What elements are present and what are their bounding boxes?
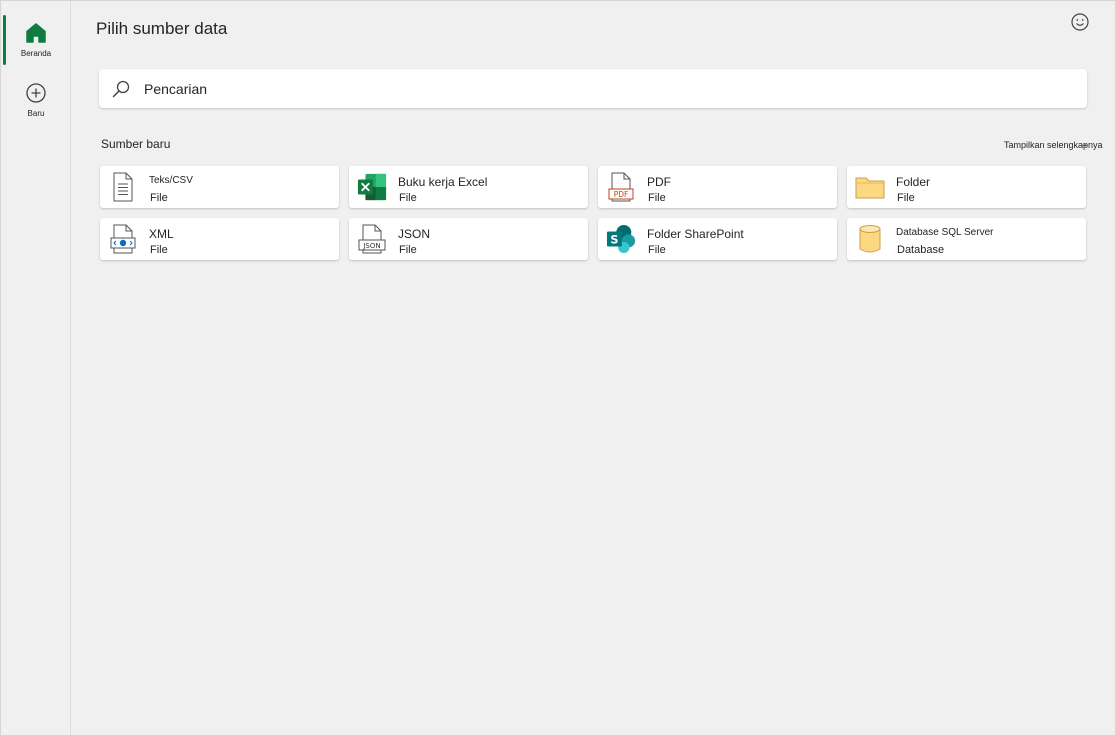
source-type: File (399, 244, 417, 256)
source-card-excel[interactable]: Buku kerja Excel File (349, 166, 588, 208)
sharepoint-icon: S (606, 224, 636, 254)
pdf-icon: PDF (606, 172, 636, 202)
home-icon (22, 19, 50, 47)
xml-icon (108, 224, 138, 254)
search-icon (111, 79, 131, 99)
source-name: Buku kerja Excel (398, 175, 488, 189)
source-card-sql-server[interactable]: Database SQL Server Database (847, 218, 1086, 260)
add-circle-icon (22, 79, 50, 107)
source-type: File (897, 192, 915, 204)
folder-icon (855, 172, 885, 202)
svg-text:PDF: PDF (614, 190, 629, 199)
text-file-icon (108, 172, 138, 202)
nav-new-label: Baru (27, 109, 45, 118)
nav-new[interactable]: Baru (1, 75, 71, 131)
source-type: File (150, 192, 168, 204)
source-name: JSON (398, 227, 431, 241)
left-navigation: Beranda Baru (1, 1, 71, 735)
main-content: Pilih sumber data Sumber baru Tampilkan … (71, 1, 1115, 735)
source-name: PDF (647, 175, 671, 189)
source-card-xml[interactable]: XML File (100, 218, 339, 260)
source-grid: Teks/CSV File Buku kerja Excel File PDF … (100, 166, 1087, 260)
source-type: File (648, 192, 666, 204)
section-title: Sumber baru (101, 137, 171, 151)
arrow-right-icon: → (1078, 138, 1089, 150)
page-title: Pilih sumber data (96, 19, 228, 38)
source-name: Database SQL Server (896, 227, 994, 238)
excel-icon (357, 172, 387, 202)
source-card-json[interactable]: JSON JSON File (349, 218, 588, 260)
source-name: XML (149, 227, 174, 241)
source-card-text-csv[interactable]: Teks/CSV File (100, 166, 339, 208)
source-card-pdf[interactable]: PDF PDF File (598, 166, 837, 208)
source-name: Folder SharePoint (647, 227, 744, 241)
json-icon: JSON (357, 224, 387, 254)
nav-home-label: Beranda (20, 49, 52, 58)
source-card-folder[interactable]: Folder File (847, 166, 1086, 208)
source-name: Folder (896, 175, 931, 189)
search-box[interactable] (99, 69, 1087, 108)
feedback-smiley-icon[interactable] (1069, 11, 1091, 33)
search-input[interactable] (144, 80, 1044, 97)
svg-text:JSON: JSON (362, 242, 380, 250)
source-type: Database (897, 244, 945, 256)
app-window: Beranda Baru Pilih sumber data Sumber ba… (0, 0, 1116, 736)
source-type: File (648, 244, 666, 256)
nav-home[interactable]: Beranda (1, 15, 71, 71)
source-card-sharepoint[interactable]: S Folder SharePoint File (598, 218, 837, 260)
svg-text:S: S (610, 234, 618, 247)
active-indicator (3, 15, 6, 65)
show-more-link[interactable]: Tampilkan selengkapnya → (1004, 138, 1103, 150)
source-name: Teks/CSV (149, 175, 193, 186)
source-type: File (150, 244, 168, 256)
database-icon (855, 224, 885, 254)
source-type: File (399, 192, 417, 204)
